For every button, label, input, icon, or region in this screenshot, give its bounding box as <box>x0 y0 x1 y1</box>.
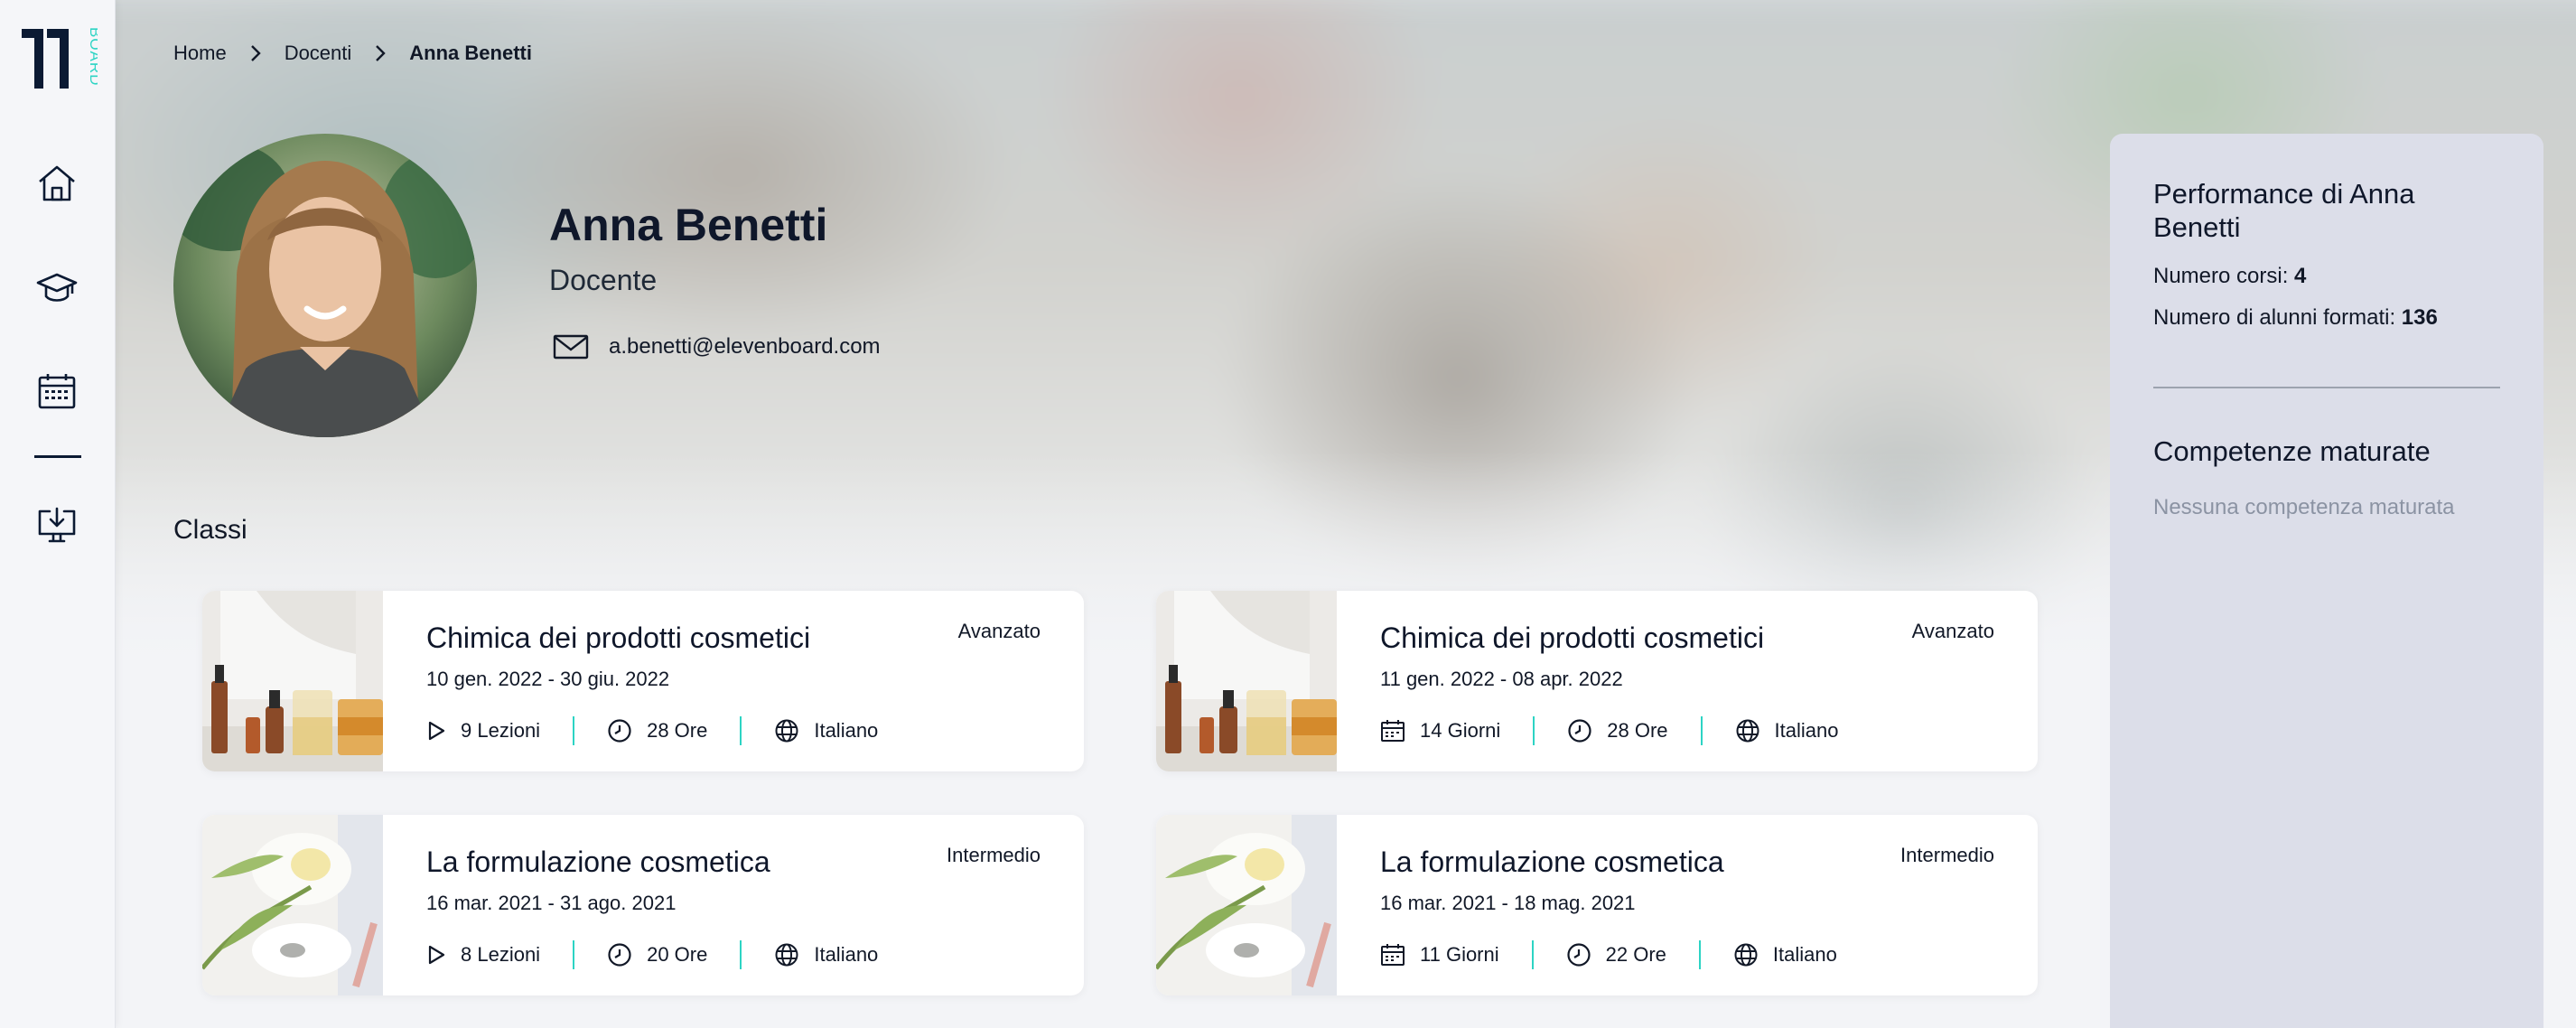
class-lessons: 9 Lezioni <box>461 719 541 742</box>
stat-courses-value: 4 <box>2294 264 2307 289</box>
class-language: Italiano <box>814 943 879 966</box>
clock-icon <box>608 943 631 967</box>
globe-icon <box>1734 943 1758 967</box>
clock-icon <box>608 719 631 743</box>
class-meta: 8 Lezioni 20 Ore Italiano <box>426 940 1041 969</box>
class-card[interactable]: Intermedio La formulazione cosmetica 16 … <box>1156 815 2038 995</box>
graduation-cap-icon <box>36 273 78 302</box>
breadcrumb-home[interactable]: Home <box>173 42 227 65</box>
class-card[interactable]: Avanzato Chimica dei prodotti cosmetici … <box>1156 591 2038 771</box>
stat-students: Numero di alunni formati: 136 <box>2153 305 2500 331</box>
play-icon <box>428 721 445 741</box>
meta-divider <box>740 940 742 969</box>
profile-email-text: a.benetti@elevenboard.com <box>609 334 881 359</box>
class-title: Chimica dei prodotti cosmetici <box>1380 621 1765 654</box>
class-hours: 28 Ore <box>647 719 708 742</box>
clock-icon <box>1567 943 1591 967</box>
stat-courses: Numero corsi: 4 <box>2153 264 2500 289</box>
meta-divider <box>740 716 742 745</box>
clock-icon <box>1568 719 1591 743</box>
class-image-flowers <box>1156 815 1337 995</box>
globe-icon <box>775 719 798 743</box>
class-level: Intermedio <box>1900 844 1994 866</box>
profile-email[interactable]: a.benetti@elevenboard.com <box>553 334 881 360</box>
class-image-lab <box>202 591 383 771</box>
sidebar-item-calendar[interactable] <box>33 367 81 416</box>
download-icon <box>38 507 76 543</box>
class-days: 11 Giorni <box>1420 943 1499 966</box>
meta-divider <box>1698 940 1701 969</box>
class-level: Avanzato <box>957 620 1041 642</box>
class-level: Intermedio <box>947 844 1041 866</box>
logo-text: BOARD <box>87 27 98 86</box>
class-hours: 20 Ore <box>647 943 708 966</box>
calendar-icon <box>38 374 76 409</box>
meta-divider <box>1533 716 1535 745</box>
class-days: 14 Giorni <box>1420 719 1501 742</box>
sidebar-item-download[interactable] <box>33 500 81 549</box>
profile-role: Docente <box>549 264 658 296</box>
class-dates: 16 mar. 2021 - 18 mag. 2021 <box>1380 892 1636 914</box>
class-level: Avanzato <box>1911 620 1994 642</box>
breadcrumb: Home Docenti Anna Benetti <box>173 40 532 67</box>
panel-divider <box>2153 387 2500 389</box>
stat-courses-label: Numero corsi: <box>2153 264 2295 289</box>
class-meta: 11 Giorni 22 Ore Italiano <box>1380 940 1994 969</box>
stat-students-value: 136 <box>2401 305 2438 331</box>
globe-icon <box>1736 719 1759 743</box>
breadcrumb-docenti[interactable]: Docenti <box>285 42 352 65</box>
classes-section-title: Classi <box>173 515 247 545</box>
class-dates: 11 gen. 2022 - 08 apr. 2022 <box>1380 668 1623 690</box>
class-language: Italiano <box>1774 719 1839 742</box>
skills-title: Competenze maturate <box>2153 435 2431 468</box>
class-dates: 10 gen. 2022 - 30 giu. 2022 <box>426 668 670 690</box>
sidebar-item-courses[interactable] <box>33 264 81 313</box>
profile-name: Anna Benetti <box>549 200 828 250</box>
meta-divider <box>573 940 575 969</box>
class-meta: 14 Giorni 28 Ore Italiano <box>1380 716 1994 745</box>
home-icon <box>39 165 75 201</box>
sidebar-divider <box>34 455 81 458</box>
breadcrumb-current: Anna Benetti <box>409 42 532 64</box>
class-dates: 16 mar. 2021 - 31 ago. 2021 <box>426 892 677 914</box>
meta-divider <box>1531 940 1534 969</box>
class-title: Chimica dei prodotti cosmetici <box>426 621 811 654</box>
avatar <box>173 134 477 437</box>
calendar-icon <box>1381 944 1405 966</box>
class-language: Italiano <box>1772 943 1837 966</box>
chevron-right-icon <box>250 44 261 62</box>
performance-title: Performance di Anna Benetti <box>2153 178 2415 244</box>
stat-students-label: Numero di alunni formati: <box>2153 305 2402 331</box>
class-image-flowers <box>202 815 383 995</box>
calendar-icon <box>1381 720 1405 742</box>
performance-panel: Performance di Anna Benetti Numero corsi… <box>2110 134 2543 1028</box>
class-meta: 9 Lezioni 28 Ore Italiano <box>426 716 1041 745</box>
class-hours: 22 Ore <box>1605 943 1666 966</box>
chevron-right-icon <box>375 44 386 62</box>
class-language: Italiano <box>814 719 879 742</box>
class-hours: 28 Ore <box>1607 719 1668 742</box>
class-card[interactable]: Intermedio La formulazione cosmetica 16 … <box>202 815 1084 995</box>
sidebar: BOARD <box>0 0 116 1028</box>
elevenboard-logo[interactable]: BOARD <box>20 23 104 92</box>
play-icon <box>428 945 445 965</box>
meta-divider <box>573 716 575 745</box>
skills-empty-text: Nessuna competenza maturata <box>2153 495 2455 520</box>
mail-icon <box>553 334 589 360</box>
sidebar-item-home[interactable] <box>33 159 81 208</box>
meta-divider <box>1700 716 1703 745</box>
class-card[interactable]: Avanzato Chimica dei prodotti cosmetici … <box>202 591 1084 771</box>
class-lessons: 8 Lezioni <box>461 943 541 966</box>
class-image-lab <box>1156 591 1337 771</box>
globe-icon <box>775 943 798 967</box>
